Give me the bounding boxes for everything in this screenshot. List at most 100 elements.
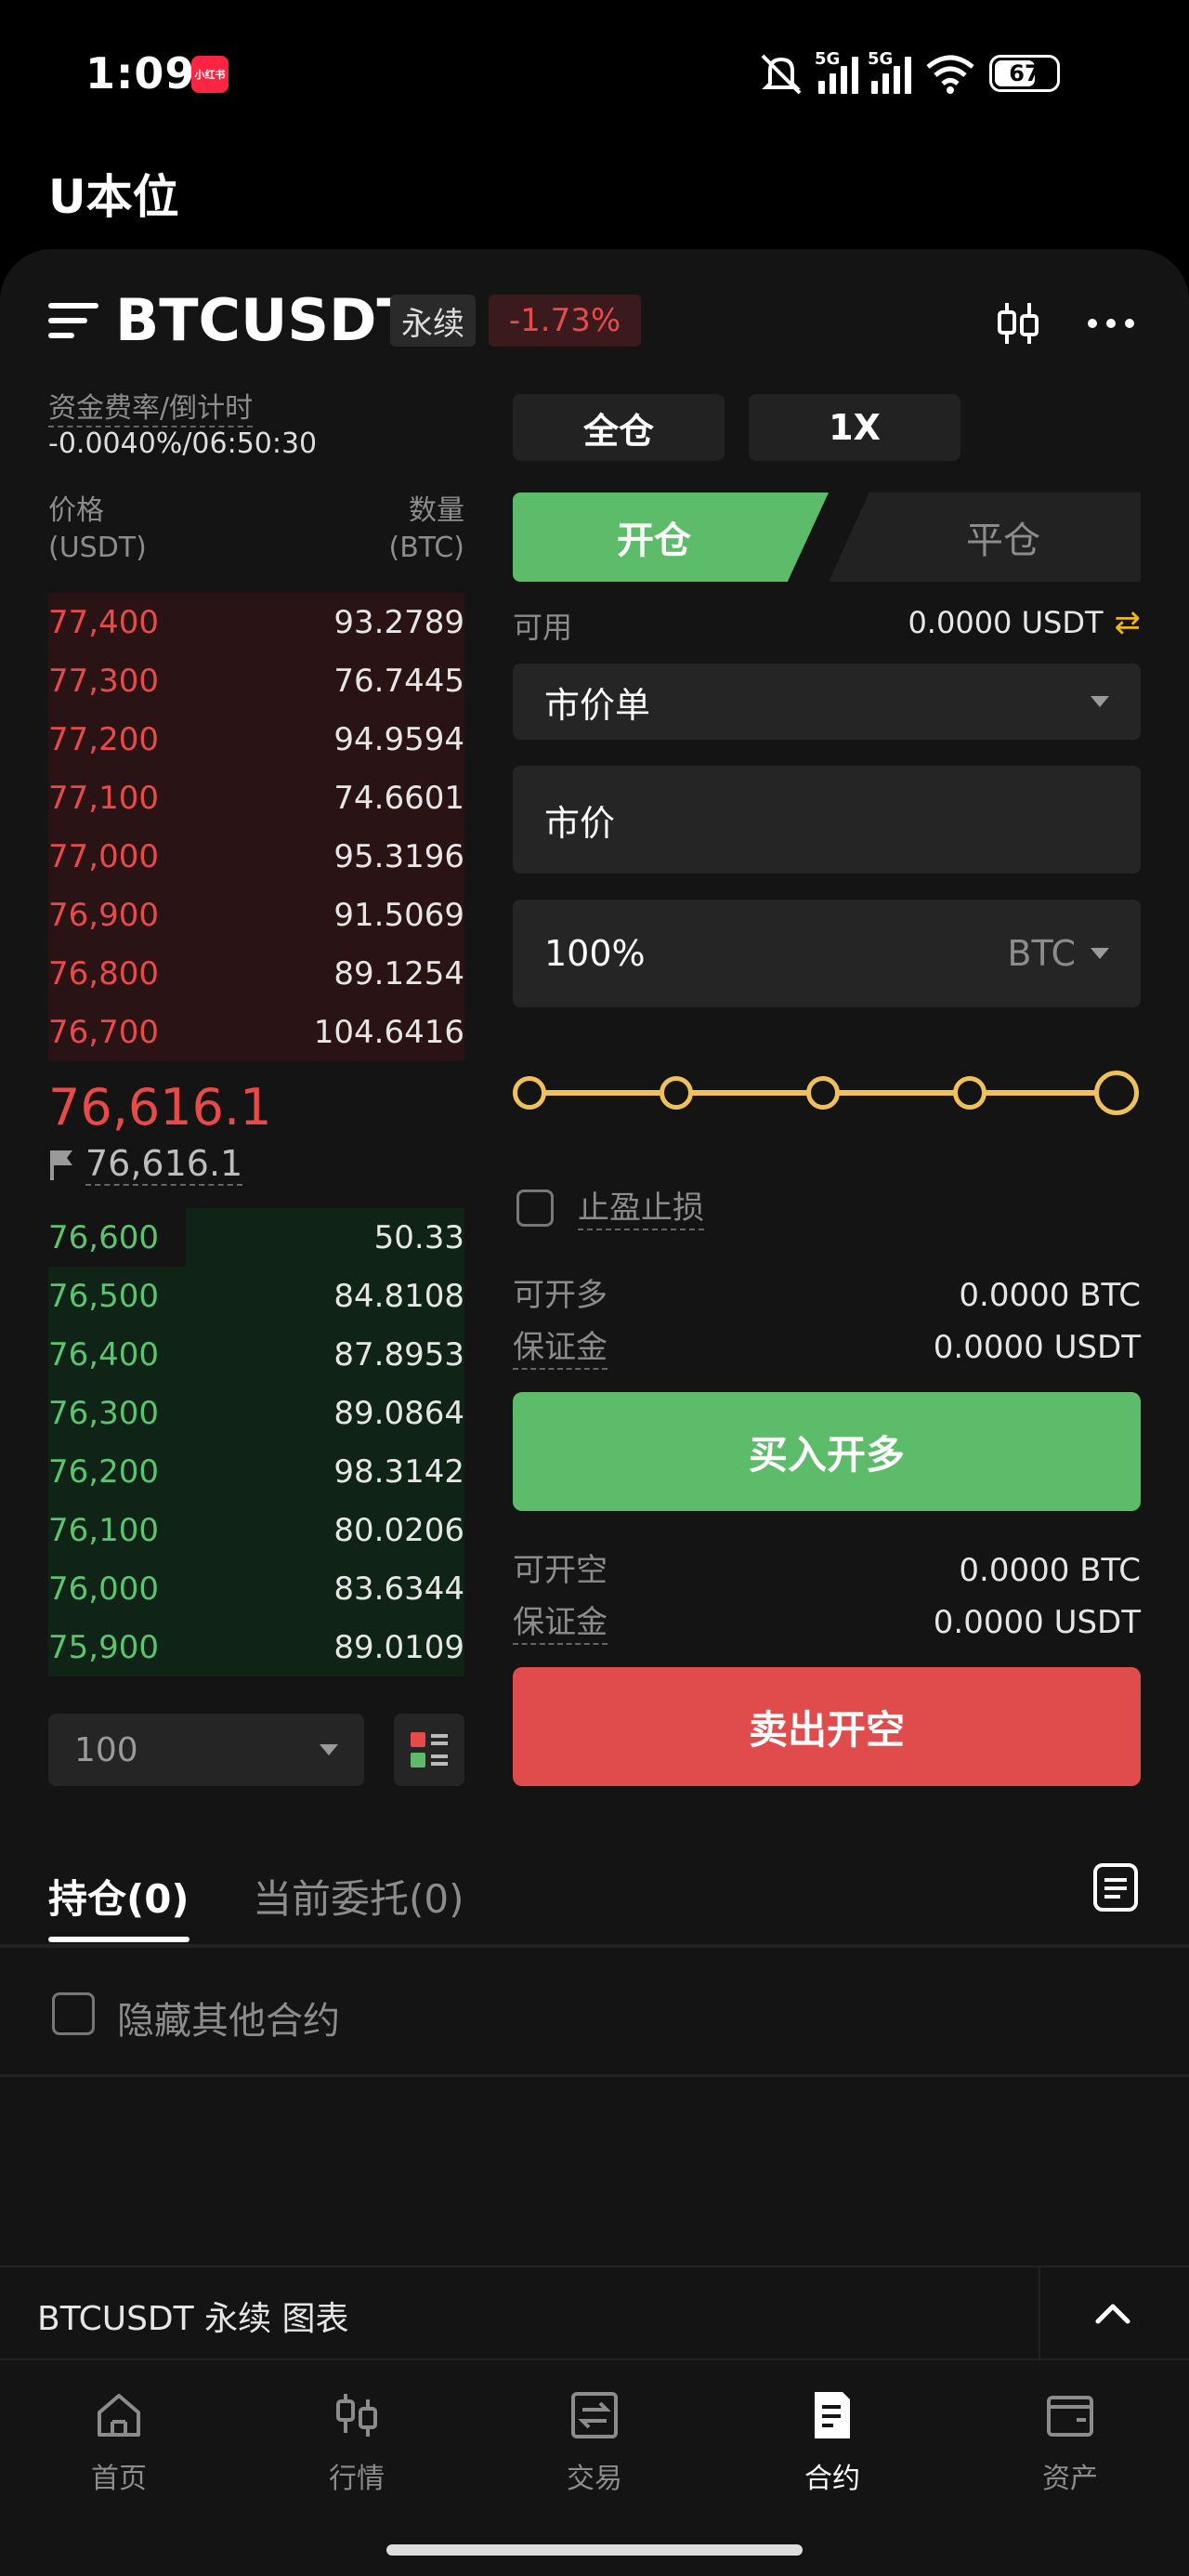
chevron-up-icon[interactable]	[1092, 2295, 1133, 2329]
ask-row[interactable]: 76,800 89.1254	[48, 944, 464, 1003]
nav-market[interactable]: 行情	[282, 2388, 431, 2496]
row-qty: 74.6601	[333, 779, 464, 817]
bid-row[interactable]: 76,300 89.0864	[48, 1384, 464, 1442]
signal-1-icon: 5G	[815, 49, 858, 94]
hide-others-checkbox[interactable]	[52, 1992, 95, 2035]
slider-stop-0[interactable]	[513, 1076, 546, 1110]
ask-row[interactable]: 77,200 94.9594	[48, 710, 464, 769]
price-input[interactable]: 市价	[513, 766, 1141, 874]
tab-positions[interactable]: 持仓(0)	[48, 1868, 189, 1925]
row-price: 76,000	[48, 1570, 159, 1608]
mark-price[interactable]: 76,616.1	[85, 1143, 243, 1186]
short-margin-label[interactable]: 保证金	[513, 1602, 608, 1645]
bid-row[interactable]: 76,400 87.8953	[48, 1325, 464, 1384]
row-price: 77,400	[48, 603, 159, 641]
funding-rate-label[interactable]: 资金费率/倒计时	[48, 392, 254, 427]
status-time: 1:09	[85, 48, 196, 99]
chevron-down-icon	[1091, 696, 1109, 707]
amount-slider[interactable]	[513, 1063, 1141, 1123]
ask-row[interactable]: 77,000 95.3196	[48, 827, 464, 886]
divider	[0, 1944, 1189, 1948]
orderbook-price-header: 价格 (USDT)	[48, 494, 147, 564]
long-margin-value: 0.0000 USDT	[933, 1329, 1141, 1366]
buy-long-button[interactable]: 买入开多	[513, 1392, 1141, 1511]
row-qty: 84.8108	[333, 1277, 464, 1315]
long-qty-label: 可开多	[513, 1277, 608, 1314]
row-price: 76,100	[48, 1511, 159, 1549]
amount-input[interactable]: 100% BTC	[513, 900, 1141, 1007]
ask-row[interactable]: 76,700 104.6416	[48, 1003, 464, 1061]
order-type-select[interactable]: 市价单	[513, 664, 1141, 740]
ask-row[interactable]: 77,300 76.7445	[48, 651, 464, 710]
battery-icon: 67	[989, 55, 1060, 92]
mark-price-flag-icon	[50, 1150, 72, 1180]
tab-open-position[interactable]: 开仓	[513, 493, 829, 582]
orderbook-layout-icon[interactable]	[394, 1714, 464, 1786]
row-qty: 89.0864	[333, 1394, 464, 1432]
bid-row[interactable]: 75,900 89.0109	[48, 1618, 464, 1676]
bid-row[interactable]: 76,600 50.33	[48, 1208, 464, 1267]
tab-open-orders[interactable]: 当前委托(0)	[253, 1868, 464, 1925]
row-price: 77,200	[48, 720, 159, 758]
home-indicator[interactable]	[386, 2544, 803, 2556]
bid-row[interactable]: 76,500 84.8108	[48, 1267, 464, 1325]
short-qty-label: 可开空	[513, 1552, 608, 1589]
nav-trade[interactable]: 交易	[520, 2388, 669, 2496]
tpsl-checkbox[interactable]	[516, 1189, 554, 1227]
contract-tag: 永续	[390, 295, 476, 347]
nav-futures[interactable]: 合约	[758, 2388, 907, 2496]
slider-handle[interactable]	[1094, 1071, 1139, 1115]
market-icon	[336, 2394, 377, 2437]
trade-icon	[571, 2392, 618, 2438]
bid-row[interactable]: 76,200 98.3142	[48, 1442, 464, 1501]
available-label: 可用	[513, 610, 573, 645]
row-price: 76,600	[48, 1218, 159, 1256]
ask-row[interactable]: 77,100 74.6601	[48, 769, 464, 827]
orderbook-bids: 76,600 50.33 76,500 84.8108 76,400 87.8953 76,…	[48, 1208, 464, 1676]
wifi-icon	[926, 55, 974, 94]
divider	[0, 2074, 1189, 2077]
sell-short-button[interactable]: 卖出开空	[513, 1667, 1141, 1786]
margin-mode-button[interactable]: 全仓	[513, 394, 725, 461]
row-qty: 89.1254	[333, 954, 464, 992]
short-margin-value: 0.0000 USDT	[933, 1604, 1141, 1641]
slider-stop-25[interactable]	[660, 1076, 693, 1110]
chevron-down-icon	[1091, 948, 1109, 959]
row-qty: 89.0109	[333, 1628, 464, 1666]
bid-row[interactable]: 76,100 80.0206	[48, 1501, 464, 1559]
active-tab-indicator	[48, 1937, 189, 1942]
amount-unit-select[interactable]: BTC	[1007, 933, 1109, 974]
nav-assets[interactable]: 资产	[996, 2388, 1144, 2496]
row-price: 77,100	[48, 779, 159, 817]
row-price: 76,800	[48, 954, 159, 992]
signal-2-icon: 5G	[868, 49, 911, 94]
bid-row[interactable]: 76,000 83.6344	[48, 1559, 464, 1618]
orderbook-qty-header: 数量 (BTC)	[388, 494, 464, 564]
slider-stop-50[interactable]	[806, 1076, 840, 1110]
candlestick-chart-icon[interactable]	[992, 297, 1044, 349]
home-icon	[98, 2394, 140, 2437]
symbol-title[interactable]: BTCUSDT	[115, 286, 416, 354]
nav-home[interactable]: 首页	[45, 2388, 193, 2496]
short-qty-value: 0.0000 BTC	[959, 1552, 1141, 1589]
depth-step-select[interactable]: 100	[48, 1714, 364, 1786]
tab-close-position[interactable]: 平仓	[829, 493, 1141, 582]
tpsl-label[interactable]: 止盈止损	[578, 1188, 704, 1230]
order-history-icon[interactable]	[1092, 1862, 1139, 1912]
row-qty: 87.8953	[333, 1335, 464, 1373]
ask-row[interactable]: 76,900 91.5069	[48, 886, 464, 944]
mute-icon	[761, 54, 802, 95]
transfer-icon[interactable]: ⇄	[1115, 604, 1142, 641]
slider-stop-75[interactable]	[953, 1076, 986, 1110]
ask-row[interactable]: 77,400 93.2789	[48, 593, 464, 651]
row-qty: 93.2789	[333, 603, 464, 641]
orderbook-asks: 77,400 93.2789 77,300 76.7445 77,200 94.9594 7…	[48, 593, 464, 1061]
row-qty: 80.0206	[333, 1511, 464, 1549]
leverage-button[interactable]: 1X	[749, 394, 960, 461]
menu-icon[interactable]	[48, 303, 98, 340]
available-value: 0.0000 USDT ⇄	[908, 604, 1141, 641]
long-margin-label[interactable]: 保证金	[513, 1327, 608, 1370]
last-price: 76,616.1	[48, 1078, 272, 1137]
hide-others-label[interactable]: 隐藏其他合约	[117, 1991, 340, 2044]
more-icon[interactable]	[1085, 297, 1137, 349]
